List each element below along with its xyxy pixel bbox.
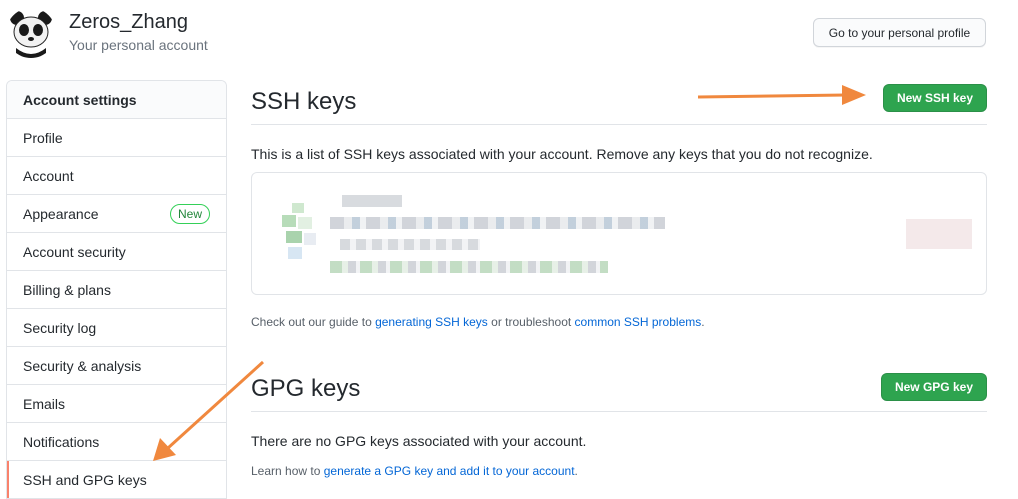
- sidebar-item-security-analysis[interactable]: Security & analysis: [7, 347, 226, 385]
- sidebar-item-label: Appearance: [23, 205, 99, 222]
- generating-ssh-keys-link[interactable]: generating SSH keys: [375, 315, 488, 329]
- sidebar-item-profile[interactable]: Profile: [7, 119, 226, 157]
- avatar[interactable]: [6, 8, 56, 58]
- delete-key-button-redacted[interactable]: [906, 219, 972, 249]
- sidebar-item-account-security[interactable]: Account security: [7, 233, 226, 271]
- ssh-keys-title: SSH keys: [251, 88, 357, 115]
- go-to-profile-button[interactable]: Go to your personal profile: [813, 18, 986, 47]
- ssh-key-list: [251, 172, 987, 295]
- sidebar-item-label: Account security: [23, 243, 126, 260]
- settings-sidebar: Account settings Profile Account Appeara…: [6, 80, 227, 499]
- key-fingerprint-redacted: [330, 217, 665, 229]
- sidebar-item-security-log[interactable]: Security log: [7, 309, 226, 347]
- sidebar-item-label: Billing & plans: [23, 281, 111, 298]
- sidebar-item-label: Account: [23, 167, 74, 184]
- sidebar-item-billing[interactable]: Billing & plans: [7, 271, 226, 309]
- generate-gpg-key-link[interactable]: generate a GPG key and add it to your ac…: [324, 464, 575, 478]
- new-gpg-key-button[interactable]: New GPG key: [880, 373, 987, 401]
- sidebar-item-label: SSH and GPG keys: [23, 471, 147, 488]
- sidebar-item-appearance[interactable]: Appearance New: [7, 195, 226, 233]
- sidebar-item-label: Security log: [23, 319, 97, 336]
- common-ssh-problems-link[interactable]: common SSH problems: [575, 315, 702, 329]
- sidebar-item-label: Emails: [23, 395, 66, 412]
- gpg-description: There are no GPG keys associated with yo…: [251, 433, 587, 449]
- ssh-help-prefix: Check out our guide to: [251, 315, 376, 329]
- ssh-key-entry: [252, 173, 986, 294]
- ssh-help-suffix: .: [701, 315, 705, 329]
- gpg-section-header: GPG keys New GPG key: [251, 367, 987, 412]
- gpg-keys-title: GPG keys: [251, 375, 361, 402]
- gpg-help-text: Learn how to generate a GPG key and add …: [251, 464, 578, 478]
- user-name[interactable]: Zeros_Zhang: [69, 11, 188, 34]
- ssh-help-text: Check out our guide to generating SSH ke…: [251, 315, 705, 329]
- main-content: SSH keys New SSH key This is a list of S…: [251, 80, 987, 478]
- key-icon-redacted: [282, 203, 324, 263]
- sidebar-item-account[interactable]: Account: [7, 157, 226, 195]
- sidebar-item-emails[interactable]: Emails: [7, 385, 226, 423]
- new-ssh-key-button[interactable]: New SSH key: [882, 84, 987, 112]
- sidebar-item-label: Notifications: [23, 433, 100, 450]
- sidebar-item-ssh-gpg-keys[interactable]: SSH and GPG keys: [7, 461, 226, 499]
- key-title-redacted: [342, 195, 402, 207]
- ssh-section-header: SSH keys New SSH key: [251, 80, 987, 125]
- new-badge: New: [169, 203, 210, 224]
- key-added-redacted: [340, 239, 480, 250]
- sidebar-item-label: Profile: [23, 129, 63, 146]
- gpg-help-suffix: .: [574, 464, 578, 478]
- ssh-help-middle: or troubleshoot: [487, 315, 575, 329]
- key-last-used-redacted: [330, 261, 608, 273]
- user-subtitle: Your personal account: [69, 37, 208, 53]
- gpg-help-prefix: Learn how to: [251, 464, 324, 478]
- sidebar-item-notifications[interactable]: Notifications: [7, 423, 226, 461]
- sidebar-heading: Account settings: [7, 81, 226, 119]
- ssh-description: This is a list of SSH keys associated wi…: [251, 146, 873, 162]
- sidebar-item-label: Security & analysis: [23, 357, 142, 374]
